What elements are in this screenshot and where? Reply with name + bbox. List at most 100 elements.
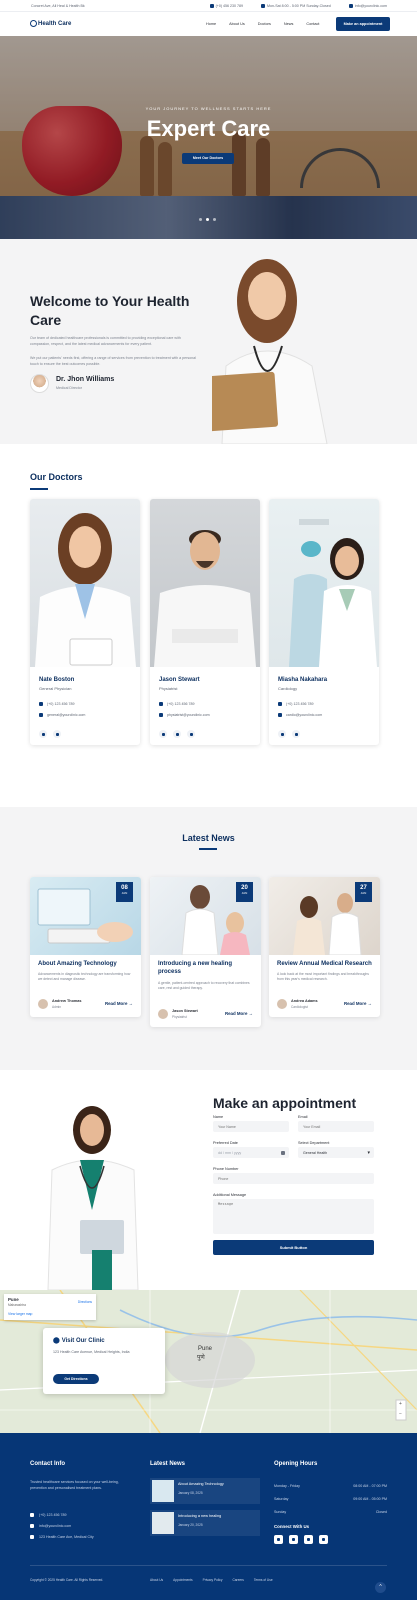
department-select[interactable]: General Health ▾ bbox=[298, 1147, 374, 1158]
directions-link[interactable]: Directions bbox=[78, 1300, 92, 1304]
calendar-icon[interactable] bbox=[281, 1150, 285, 1155]
nav-item-doctors[interactable]: Doctors bbox=[258, 22, 271, 26]
author-name: Andrea Adams bbox=[291, 999, 318, 1003]
doctor-role: General Physician bbox=[39, 686, 72, 691]
mail-icon[interactable] bbox=[187, 730, 195, 738]
top-info-bar: Concret Ave, All Heal & Health Bk (+0) 4… bbox=[0, 0, 417, 12]
footer-phone[interactable]: (+0) 123 456 789 bbox=[30, 1513, 66, 1517]
linkedin-icon[interactable] bbox=[319, 1535, 328, 1544]
date-input[interactable]: dd / mm / yyyy bbox=[213, 1147, 289, 1158]
doctor-email[interactable]: general@yourclinic.com bbox=[39, 713, 85, 717]
facebook-icon[interactable] bbox=[274, 1535, 283, 1544]
news-title[interactable]: Introducing a new healing process bbox=[158, 960, 253, 976]
footer-email[interactable]: info@yourclinic.com bbox=[30, 1524, 71, 1528]
carousel-dots bbox=[199, 218, 216, 221]
name-input[interactable] bbox=[213, 1121, 289, 1132]
doctor-social-links bbox=[159, 730, 195, 738]
x-icon[interactable] bbox=[289, 1535, 298, 1544]
submit-button[interactable]: Submit Button bbox=[213, 1240, 374, 1255]
phone-icon bbox=[39, 702, 43, 706]
phone-label: Phone Number bbox=[213, 1167, 239, 1171]
name-label: Name bbox=[213, 1115, 224, 1119]
read-more-link[interactable]: Read More → bbox=[225, 1011, 253, 1016]
carousel-dot[interactable] bbox=[199, 218, 202, 221]
author-avatar bbox=[277, 999, 287, 1009]
news-card[interactable]: 08 JAN About Amazing Technology Advanceme… bbox=[30, 877, 141, 1017]
view-larger-map-link[interactable]: View larger map bbox=[8, 1312, 32, 1316]
zoom-out-icon[interactable]: − bbox=[399, 1411, 402, 1417]
zoom-in-icon[interactable]: + bbox=[399, 1401, 402, 1407]
doctor-card[interactable]: Jason Stewart Physiatrist (+0) 123 456 7… bbox=[150, 499, 260, 745]
author-role: Physiatrist bbox=[172, 1015, 187, 1019]
doctor-email[interactable]: physiatrist@yourclinic.com bbox=[159, 713, 210, 717]
topbar-phone[interactable]: (+0) 456 230 789 bbox=[209, 4, 244, 8]
instagram-icon[interactable] bbox=[173, 730, 181, 738]
phone-input[interactable] bbox=[213, 1173, 374, 1184]
mail-icon bbox=[348, 4, 353, 8]
instagram-icon[interactable] bbox=[292, 730, 300, 738]
nav-appointment-button[interactable]: Make an appointment bbox=[336, 17, 390, 31]
doctor-card[interactable]: Nate Boston General Physician (+0) 123 4… bbox=[30, 499, 140, 745]
news-title[interactable]: Review Annual Medical Research bbox=[277, 960, 372, 968]
doctor-phone[interactable]: (+0) 123 456 789 bbox=[39, 702, 74, 706]
news-card[interactable]: 27 JAN Review Annual Medical Research A l… bbox=[269, 877, 380, 1017]
news-date-badge: 20 JAN bbox=[236, 882, 253, 902]
read-more-link[interactable]: Read More → bbox=[105, 1001, 133, 1006]
copyright-text: Copyright © 2025 Health Care. All Rights… bbox=[30, 1578, 104, 1582]
author-role: Cardiologist bbox=[291, 1005, 308, 1009]
map-city-label-local: पुणे bbox=[197, 1355, 205, 1361]
news-date-badge: 08 JAN bbox=[116, 882, 133, 902]
doctor-phone[interactable]: (+0) 123 456 789 bbox=[159, 702, 194, 706]
doctor-phone[interactable]: (+0) 123 456 789 bbox=[278, 702, 313, 706]
clinic-title-row: ⬤ Visit Our Clinic bbox=[53, 1337, 105, 1345]
topbar-email[interactable]: info@yourclinic.com bbox=[348, 4, 387, 8]
nav-item-home[interactable]: Home bbox=[206, 22, 216, 26]
read-more-link[interactable]: Read More → bbox=[344, 1001, 372, 1006]
email-input[interactable] bbox=[298, 1121, 374, 1132]
topbar-email-text: info@yourclinic.com bbox=[354, 4, 387, 8]
nav-item-contact[interactable]: Contact bbox=[306, 22, 319, 26]
x-icon[interactable] bbox=[278, 730, 286, 738]
footer-news-item-title: About Amazing Technology bbox=[178, 1482, 224, 1486]
footer-link[interactable]: Terms of Use bbox=[254, 1578, 273, 1582]
carousel-dot[interactable] bbox=[213, 218, 216, 221]
instagram-icon[interactable] bbox=[304, 1535, 313, 1544]
x-icon[interactable] bbox=[53, 730, 61, 738]
scroll-to-top-button[interactable]: ^ bbox=[375, 1582, 386, 1593]
location-pin-icon: ⬤ bbox=[53, 1338, 60, 1344]
footer-contact-text: Trusted healthcare services focused on y… bbox=[30, 1480, 119, 1490]
facebook-icon[interactable] bbox=[159, 730, 167, 738]
map-place-name: Pune bbox=[8, 1297, 19, 1302]
welcome-paragraph-1: Our team of dedicated healthcare profess… bbox=[30, 336, 181, 346]
carousel-dot-active[interactable] bbox=[206, 218, 209, 221]
news-date-month: JAN bbox=[121, 891, 128, 895]
doctor-email[interactable]: cardio@yourclinic.com bbox=[278, 713, 322, 717]
map-city-label: Pune bbox=[198, 1346, 213, 1352]
footer-news-item[interactable]: About Amazing Technology January 08, 202… bbox=[150, 1478, 260, 1504]
get-directions-button[interactable]: Get Directions bbox=[53, 1374, 99, 1384]
nav-item-news[interactable]: News bbox=[284, 22, 294, 26]
footer-news-item[interactable]: Introducing a new healing January 20, 20… bbox=[150, 1510, 260, 1536]
doctor-card[interactable]: Miasha Nakahara Cardiology (+0) 123 456 … bbox=[269, 499, 379, 745]
news-title[interactable]: About Amazing Technology bbox=[38, 960, 133, 968]
topbar-phone-text: (+0) 456 230 789 bbox=[215, 4, 244, 8]
site-logo[interactable]: Health Care bbox=[30, 20, 71, 27]
hours-day: Saturday bbox=[274, 1497, 289, 1501]
facebook-icon[interactable] bbox=[39, 730, 47, 738]
footer-news-item-title: Introducing a new healing bbox=[178, 1514, 222, 1518]
message-textarea[interactable] bbox=[213, 1199, 374, 1234]
footer-link[interactable]: About Us bbox=[150, 1578, 163, 1582]
nav-item-about[interactable]: About Us bbox=[229, 22, 245, 26]
author-role: Admin bbox=[52, 1005, 62, 1009]
mail-icon bbox=[39, 713, 43, 717]
news-card[interactable]: 20 JAN Introducing a new healing process … bbox=[150, 877, 261, 1027]
footer-connect-title: Connect With Us bbox=[274, 1524, 310, 1529]
author-avatar bbox=[38, 999, 48, 1009]
footer-link[interactable]: Privacy Policy bbox=[203, 1578, 223, 1582]
footer-link[interactable]: Appointments bbox=[173, 1578, 193, 1582]
doctor-social-links bbox=[39, 730, 61, 738]
footer-link[interactable]: Careers bbox=[232, 1578, 243, 1582]
doctor-role: Physiatrist bbox=[159, 686, 178, 691]
email-label: Email bbox=[298, 1115, 308, 1119]
meet-doctors-button[interactable]: Meet Our Doctors bbox=[182, 153, 234, 164]
